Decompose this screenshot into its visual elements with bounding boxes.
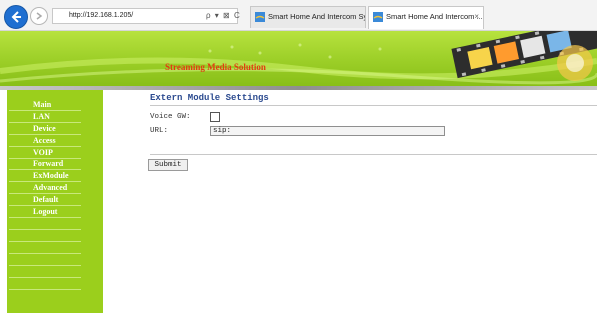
menu-divider xyxy=(9,229,81,230)
menu-divider xyxy=(9,289,81,290)
tab-close-icon[interactable]: × xyxy=(474,7,479,27)
menu-divider xyxy=(9,217,81,218)
sidebar: Main LAN Device Access VOIP Forward ExMo… xyxy=(7,90,103,313)
forward-button[interactable] xyxy=(30,7,48,25)
sidebar-item-access[interactable]: Access xyxy=(7,135,85,146)
favicon-icon xyxy=(255,12,265,22)
sidebar-item-lan[interactable]: LAN xyxy=(7,111,85,122)
browser-tab-2[interactable]: Smart Home And Intercom ... × xyxy=(368,6,484,29)
filmstrip-graphic xyxy=(451,31,597,81)
favicon-icon xyxy=(373,12,383,22)
title-divider xyxy=(150,105,597,106)
menu-divider xyxy=(9,277,81,278)
tab-title: Smart Home And Intercom ... xyxy=(386,12,483,21)
page-title: Extern Module Settings xyxy=(150,93,269,103)
sidebar-item-exmodule[interactable]: ExModule xyxy=(7,170,85,181)
menu-divider xyxy=(9,253,81,254)
arrow-left-icon xyxy=(11,11,21,23)
sidebar-item-default[interactable]: Default xyxy=(7,194,85,205)
menu-divider xyxy=(9,241,81,242)
back-button[interactable] xyxy=(4,5,28,29)
browser-tab-1[interactable]: Smart Home And Intercom Sys... xyxy=(250,6,366,28)
form-divider xyxy=(150,154,597,155)
browser-toolbar: http://192.168.1.205/ ρ ▾ ⊠ C Smart Home… xyxy=(0,0,597,31)
url-input[interactable]: sip: xyxy=(210,126,445,136)
banner-title: Streaming Media Solution xyxy=(165,62,266,72)
voice-gw-checkbox[interactable] xyxy=(210,112,220,122)
address-tools[interactable]: ρ ▾ ⊠ C xyxy=(206,8,241,24)
sidebar-item-forward[interactable]: Forward xyxy=(7,158,85,169)
submit-button[interactable]: Submit xyxy=(148,159,188,171)
sidebar-item-logout[interactable]: Logout xyxy=(7,206,85,217)
voice-gw-label: Voice GW: xyxy=(150,113,191,121)
sidebar-item-advanced[interactable]: Advanced xyxy=(7,182,85,193)
url-label: URL: xyxy=(150,127,169,135)
sidebar-item-main[interactable]: Main xyxy=(7,99,85,110)
sidebar-item-voip[interactable]: VOIP xyxy=(7,147,85,158)
arrow-right-icon xyxy=(36,12,43,20)
menu-divider xyxy=(9,265,81,266)
tab-title: Smart Home And Intercom Sys... xyxy=(268,12,365,21)
sidebar-item-device[interactable]: Device xyxy=(7,123,85,134)
